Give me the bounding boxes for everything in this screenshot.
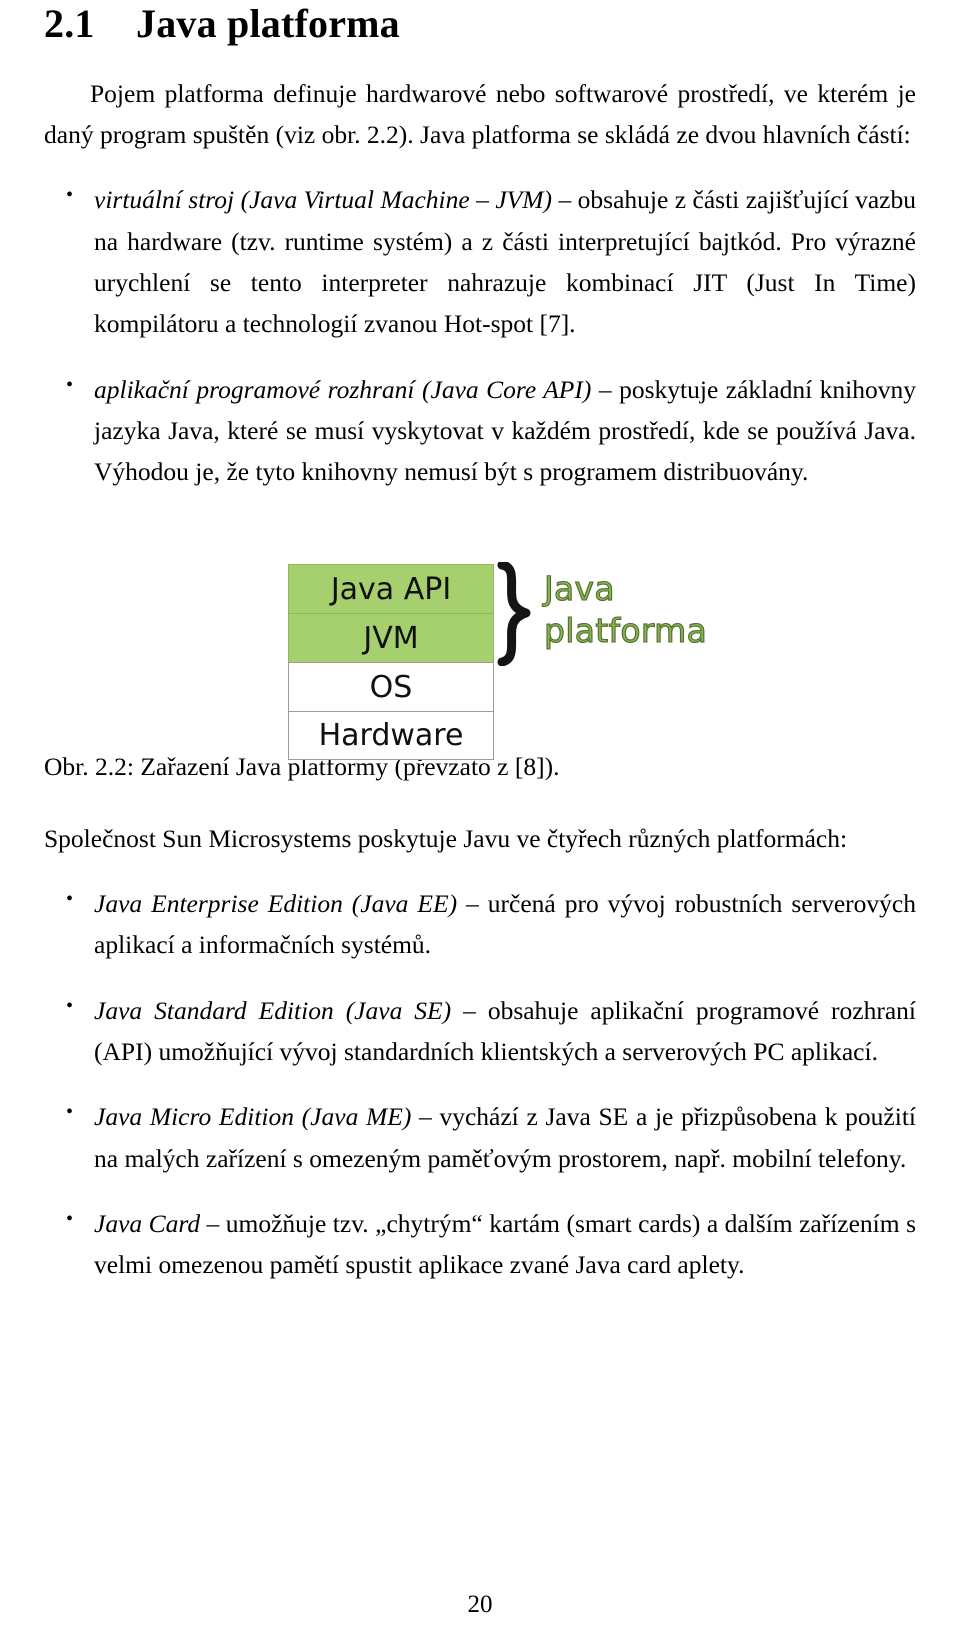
bullet-text: – umožňuje tzv. „chytrým“ kartám (smart … — [94, 1208, 916, 1280]
bullet-term: virtuální stroj (Java Virtual Machine – … — [94, 185, 552, 215]
platform-label-line1: Java — [543, 569, 615, 609]
section-title: Java platforma — [136, 1, 400, 46]
bullet-term: Java Standard Edition (Java SE) — [94, 995, 452, 1025]
bullet-term: aplikační programové rozhraní (Java Core… — [94, 374, 592, 404]
main-parts-list: virtuální stroj (Java Virtual Machine – … — [44, 179, 916, 492]
list-item: virtuální stroj (Java Virtual Machine – … — [44, 179, 916, 344]
stack-row-jvm: JVM — [288, 613, 494, 663]
list-item: aplikační programové rozhraní (Java Core… — [44, 369, 916, 493]
section-number: 2.1 — [44, 1, 95, 46]
stack-row-hardware: Hardware — [288, 711, 494, 761]
list-item: Java Enterprise Edition (Java EE) – urče… — [44, 883, 916, 966]
intro-paragraph: Pojem platforma definuje hardwarové nebo… — [44, 78, 916, 150]
list-item: Java Standard Edition (Java SE) – obsahu… — [44, 990, 916, 1073]
platform-label-line2: platforma — [543, 611, 708, 651]
bullet-term: Java Enterprise Edition (Java EE) — [94, 889, 458, 919]
curly-brace-icon — [496, 560, 542, 667]
stack-row-label: OS — [369, 669, 413, 705]
document-page: 2.1 Java platforma Pojem platforma defin… — [0, 0, 960, 1643]
list-item: Java Card – umožňuje tzv. „chytrým“ kart… — [44, 1203, 916, 1286]
sun-paragraph: Společnost Sun Microsystems poskytuje Ja… — [44, 823, 848, 853]
java-platform-figure: Java API JVM OS Hardware Java platforma — [44, 526, 916, 761]
platform-stack-diagram: Java API JVM OS Hardware — [288, 564, 494, 761]
page-title: 2.1 Java platforma — [44, 0, 916, 47]
stack-row-label: Java API — [330, 571, 452, 607]
platform-label: Java platforma — [543, 568, 744, 651]
list-item: Java Micro Edition (Java ME) – vychází z… — [44, 1096, 916, 1179]
platform-editions-list: Java Enterprise Edition (Java EE) – urče… — [44, 883, 916, 1285]
stack-row-label: JVM — [363, 620, 419, 656]
stack-row-java-api: Java API — [288, 564, 494, 614]
page-number: 20 — [467, 1591, 493, 1618]
stack-row-label: Hardware — [318, 718, 464, 754]
stack-row-os: OS — [288, 662, 494, 712]
bullet-term: Java Card — [94, 1208, 201, 1238]
bullet-term: Java Micro Edition (Java ME) — [94, 1102, 412, 1132]
